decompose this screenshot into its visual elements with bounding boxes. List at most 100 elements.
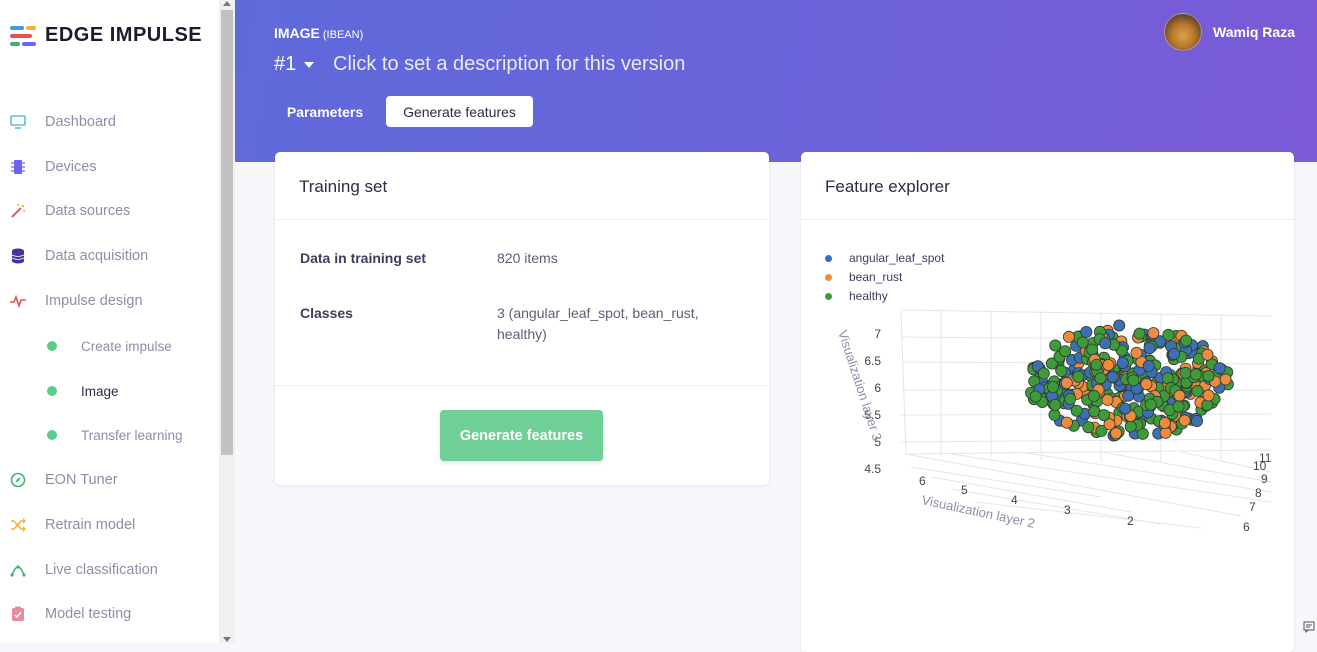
data-point [1099,337,1112,350]
y-tick-label: 6 [1243,520,1250,534]
data-point [1124,420,1137,433]
data-point [1180,334,1193,347]
x-tick-label: 5 [961,483,968,497]
data-point [1101,393,1114,406]
data-point [1191,384,1204,397]
data-point [1048,408,1061,421]
data-point [1158,417,1171,430]
data-point [1062,330,1075,343]
sidebar-item-data-sources[interactable]: Data sources [0,196,219,226]
user-menu[interactable]: Wamiq Raza [1164,13,1295,51]
scroll-up-arrow-icon[interactable] [223,1,231,6]
version-selector[interactable]: #1 [274,53,315,76]
data-point [1046,381,1059,394]
avatar[interactable] [1164,13,1203,51]
bullet-dot-icon [47,430,57,440]
generate-features-button[interactable]: Generate features [440,410,603,461]
sidebar-item-devices[interactable]: Devices [0,152,219,182]
sidebar-item-model-testing[interactable]: Model testing [0,599,219,629]
sidebar-item-create-impulse[interactable]: Create impulse [0,331,219,361]
data-point [1179,366,1192,379]
brand-name: EDGE IMPULSE [45,24,203,46]
data-point [1097,409,1110,422]
edge-impulse-logo[interactable]: EDGE IMPULSE [10,24,202,47]
sidebar-item-eon-tuner[interactable]: EON Tuner [0,465,219,495]
data-point [1190,415,1203,428]
user-name[interactable]: Wamiq Raza [1213,24,1295,40]
data-point [1029,390,1042,403]
legend-dot-icon [825,273,832,281]
bullet-dot-icon [47,386,57,396]
data-point [1049,339,1062,352]
data-point [1142,359,1155,372]
sidebar-item-live-classification[interactable]: Live classification [0,555,219,585]
feedback-icon[interactable] [1303,621,1315,633]
legend-item[interactable]: bean_rust [825,270,902,284]
data-point [1130,346,1143,359]
project-name: (IBEAN) [322,29,364,41]
chip-icon [9,159,26,176]
data-point [1070,404,1083,417]
legend-label: healthy [849,289,888,303]
feature-explorer-title: Feature explorer [825,177,950,196]
data-point [1102,359,1115,372]
sidebar-item-dashboard[interactable]: Dashboard [0,107,219,137]
scrollbar-thumb[interactable] [221,10,233,455]
sidebar-item-label: Impulse design [45,293,143,309]
data-point [1094,372,1107,385]
sidebar-item-label: Retrain model [45,517,136,533]
data-point [1055,364,1068,377]
grid-line [1100,451,1272,483]
data-point [1219,373,1232,386]
data-point [1110,427,1123,440]
sidebar-item-label: Model testing [45,606,132,622]
sidebar-item-retrain-model[interactable]: Retrain model [0,510,219,540]
clipboard-check-icon [9,606,26,623]
network-icon [9,562,26,579]
z-tick-label: 7 [874,327,881,341]
bullet-dot-icon [47,341,57,351]
sidebar-item-image[interactable]: Image [0,376,219,406]
page-title: IMAGE (IBEAN) [274,25,363,41]
tab-generate-features[interactable]: Generate features [386,96,533,127]
grid-line [910,466,1102,498]
legend-item[interactable]: healthy [825,289,888,303]
sidebar-item-impulse-design[interactable]: Impulse design [0,286,219,316]
grid-line [1020,451,1272,493]
data-point [1213,362,1226,375]
legend-dot-icon [825,292,832,300]
scroll-down-arrow-icon[interactable] [223,637,231,642]
data-point [1059,345,1072,358]
compass-icon [9,472,26,489]
grid-line [905,449,1272,455]
sidebar: EDGE IMPULSE Dashboard Devices Data source… [0,0,219,643]
tab-parameters[interactable]: Parameters [275,96,375,127]
data-point [1202,389,1215,402]
sidebar-item-data-acquisition[interactable]: Data acquisition [0,241,219,271]
data-in-training-set-value: 820 items [497,250,558,266]
data-point [1140,378,1153,391]
sidebar-item-label: Data acquisition [45,248,149,264]
legend-label: bean_rust [849,270,903,284]
card-header: Feature explorer [801,152,1294,220]
x-tick-label: 6 [919,474,926,488]
data-point [1064,392,1077,405]
magic-wand-icon [9,203,26,220]
page-header: IMAGE (IBEAN) #1 Click to set a descripti… [235,0,1317,162]
classes-label: Classes [300,305,353,321]
z-tick-label: 6.5 [864,354,881,368]
z-tick-label: 4.5 [864,462,881,476]
sidebar-item-label: Create impulse [81,338,172,354]
data-point [1116,357,1129,370]
sidebar-item-transfer-learning[interactable]: Transfer learning [0,420,219,450]
legend-item[interactable]: angular_leaf_spot [825,251,944,265]
sidebar-item-label: Data sources [45,203,131,219]
logo-mark-icon [10,25,38,47]
grid-line [900,438,1272,443]
data-point [1144,398,1157,411]
data-point [1080,325,1093,338]
data-point [1072,370,1085,383]
x-tick-label: 3 [1064,503,1071,517]
version-description[interactable]: Click to set a description for this vers… [333,53,685,76]
feature-explorer-3d-plot[interactable]: 76.565.554.56543211109876Visualization l… [801,302,1294,542]
